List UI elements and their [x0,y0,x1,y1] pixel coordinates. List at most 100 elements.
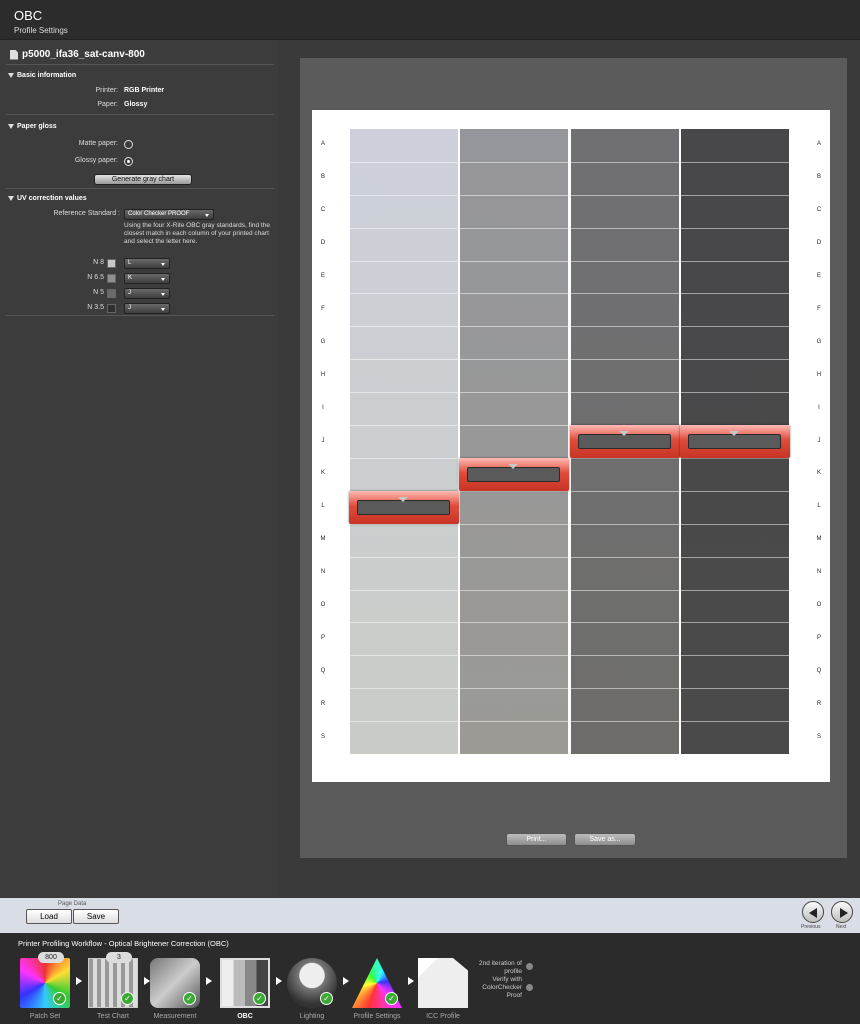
selection-marker[interactable] [459,457,569,491]
previous-button[interactable] [802,901,824,923]
row-divider [460,359,568,361]
selection-marker[interactable] [570,425,680,459]
checkmark-icon: ✓ [253,992,266,1005]
section-paper-gloss[interactable]: Paper gloss [8,123,57,130]
title-bar: OBC Profile Settings [0,0,860,40]
row-divider [350,688,458,690]
uv-letter-select[interactable]: J [124,303,170,314]
workflow-notes: 2nd iteration of profile Verify with Col… [470,960,522,1000]
workflow-step-label[interactable]: Measurement [140,1013,210,1020]
row-divider [460,688,568,690]
previous-label: Previous [801,924,821,930]
divider [6,114,274,115]
row-divider [571,326,679,328]
row-label: A [320,141,325,148]
uv-row-label: N 5 [93,289,104,296]
uv-letter-select[interactable]: L [124,258,170,269]
row-label: Q [816,667,822,674]
arrow-right-icon [408,977,414,985]
marker-notch-icon [729,431,739,437]
workflow-step-icon[interactable] [418,958,468,1008]
row-divider [681,392,789,394]
checkmark-icon: ✓ [183,992,196,1005]
gray-swatch [107,274,116,283]
save-button[interactable]: Save [73,909,119,924]
disclosure-triangle-icon[interactable] [8,196,14,201]
row-divider [350,227,458,229]
workflow-step-label[interactable]: OBC [210,1013,280,1020]
row-divider [350,457,458,459]
gray-swatch [107,259,116,268]
reference-standard-select[interactable]: Color Checker PROOF [124,209,214,220]
row-label: M [816,536,822,543]
row-label: B [816,174,821,181]
arrow-right-icon [76,977,82,985]
row-label: J [817,437,821,444]
row-label: E [816,273,821,280]
workflow-step-label[interactable]: Lighting [277,1013,347,1020]
row-divider [460,490,568,492]
section-basic-info[interactable]: Basic information [8,72,76,79]
disclosure-triangle-icon[interactable] [8,124,14,129]
marker-slot [357,499,450,515]
second-iteration-toggle[interactable] [526,963,533,970]
row-divider [350,655,458,657]
page-data-label: Page Data [58,901,87,907]
uv-letter-select[interactable]: J [124,288,170,299]
row-divider [460,425,568,427]
next-label: Next [836,924,847,930]
row-divider [350,622,458,624]
row-divider [681,688,789,690]
row-label: I [818,404,820,411]
workflow-step-label[interactable]: ICC Profile [408,1013,478,1020]
row-divider [681,523,789,525]
row-divider [460,227,568,229]
row-divider [571,260,679,262]
row-label: L [321,503,325,510]
row-divider [571,589,679,591]
save-as-button[interactable]: Save as... [574,833,636,846]
gray-column [460,129,568,754]
row-label: F [321,305,325,312]
checkmark-icon: ✓ [320,992,333,1005]
verify-toggle[interactable] [526,984,533,991]
second-iteration-note: 2nd iteration of profile [478,960,522,975]
workflow-step-label[interactable]: Test Chart [78,1013,148,1020]
workflow-step-label[interactable]: Profile Settings [342,1013,412,1020]
row-divider [460,194,568,196]
workflow-step-label[interactable]: Patch Set [10,1013,80,1020]
row-label: H [320,371,326,378]
marker-slot [688,434,781,450]
generate-gray-chart-button[interactable]: Generate gray chart [94,174,192,185]
app-subtitle: Profile Settings [14,26,68,35]
selection-marker[interactable] [349,490,459,524]
marker-notch-icon [398,496,408,502]
workflow-bar: Printer Profiling Workflow - Optical Bri… [0,933,860,1024]
row-divider [460,293,568,295]
row-divider [460,655,568,657]
divider [6,64,274,65]
gray-swatch [107,289,116,298]
section-uv-correction[interactable]: UV correction values [8,195,87,202]
row-label: M [320,536,326,543]
row-divider [681,655,789,657]
disclosure-triangle-icon[interactable] [8,73,14,78]
row-divider [681,622,789,624]
page-data-bar: Page Data Load Save Previous Next [0,898,860,933]
row-divider [350,260,458,262]
uv-letter-select[interactable]: K [124,273,170,284]
load-button[interactable]: Load [26,909,72,924]
selection-marker[interactable] [680,425,790,459]
printer-label: Printer: [95,87,118,94]
row-label: N [816,569,822,576]
print-button[interactable]: Print... [506,833,567,846]
matte-paper-radio[interactable] [124,140,133,149]
row-divider [350,326,458,328]
next-button[interactable] [831,901,853,923]
glossy-paper-radio[interactable] [124,157,133,166]
row-label: S [816,733,821,740]
settings-panel: p5000_ifa36_sat-canv-800 Basic informati… [0,40,278,898]
divider [6,315,274,316]
divider [6,188,274,189]
row-divider [681,589,789,591]
